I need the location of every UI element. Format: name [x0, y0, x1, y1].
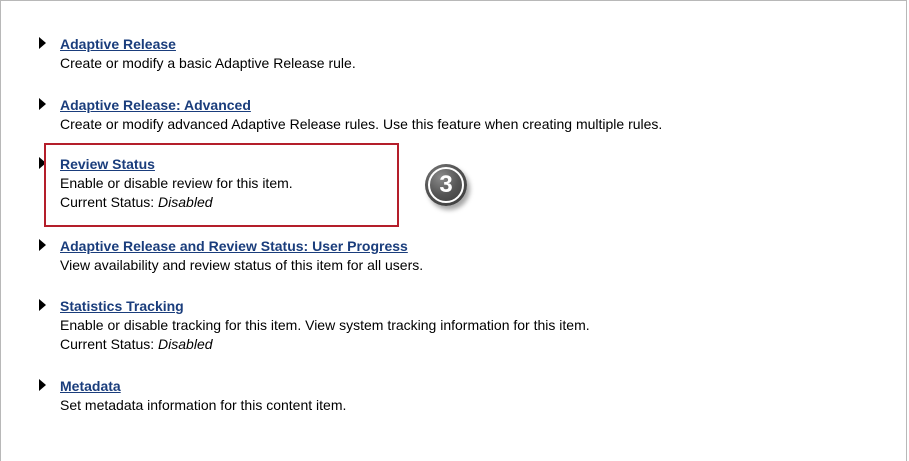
status-label: Current Status:	[60, 336, 155, 352]
user-progress-link[interactable]: Adaptive Release and Review Status: User…	[60, 237, 423, 256]
triangle-right-icon[interactable]	[39, 239, 46, 251]
triangle-right-icon[interactable]	[39, 379, 46, 391]
status-value: Disabled	[158, 336, 213, 352]
triangle-right-icon[interactable]	[39, 37, 46, 49]
menu-item-text: Statistics Tracking Enable or disable tr…	[60, 297, 590, 354]
step-number-badge: 3	[425, 164, 467, 206]
menu-item-text: Metadata Set metadata information for th…	[60, 377, 346, 415]
user-progress-description: View availability and review status of t…	[60, 257, 424, 273]
triangle-right-icon[interactable]	[39, 98, 46, 110]
statistics-tracking-link[interactable]: Statistics Tracking	[60, 297, 590, 316]
adaptive-release-advanced-description: Create or modify advanced Adaptive Relea…	[60, 116, 663, 132]
menu-item-text: Adaptive Release and Review Status: User…	[60, 237, 423, 275]
metadata-link[interactable]: Metadata	[60, 377, 346, 396]
statistics-tracking-description: Enable or disable tracking for this item…	[60, 317, 590, 333]
triangle-right-icon[interactable]	[39, 299, 46, 311]
adaptive-release-link[interactable]: Adaptive Release	[60, 35, 356, 54]
step-number: 3	[439, 171, 453, 198]
menu-item-text: Adaptive Release: Advanced Create or mod…	[60, 96, 662, 134]
content-options-panel: Adaptive Release Create or modify a basi…	[0, 0, 907, 461]
metadata-description: Set metadata information for this conten…	[60, 397, 347, 413]
adaptive-release-description: Create or modify a basic Adaptive Releas…	[60, 55, 356, 71]
statistics-tracking-current-status: Current Status: Disabled	[60, 335, 590, 354]
review-status-highlight-box	[44, 143, 399, 227]
menu-item-text: Adaptive Release Create or modify a basi…	[60, 35, 356, 73]
adaptive-release-advanced-link[interactable]: Adaptive Release: Advanced	[60, 96, 662, 115]
